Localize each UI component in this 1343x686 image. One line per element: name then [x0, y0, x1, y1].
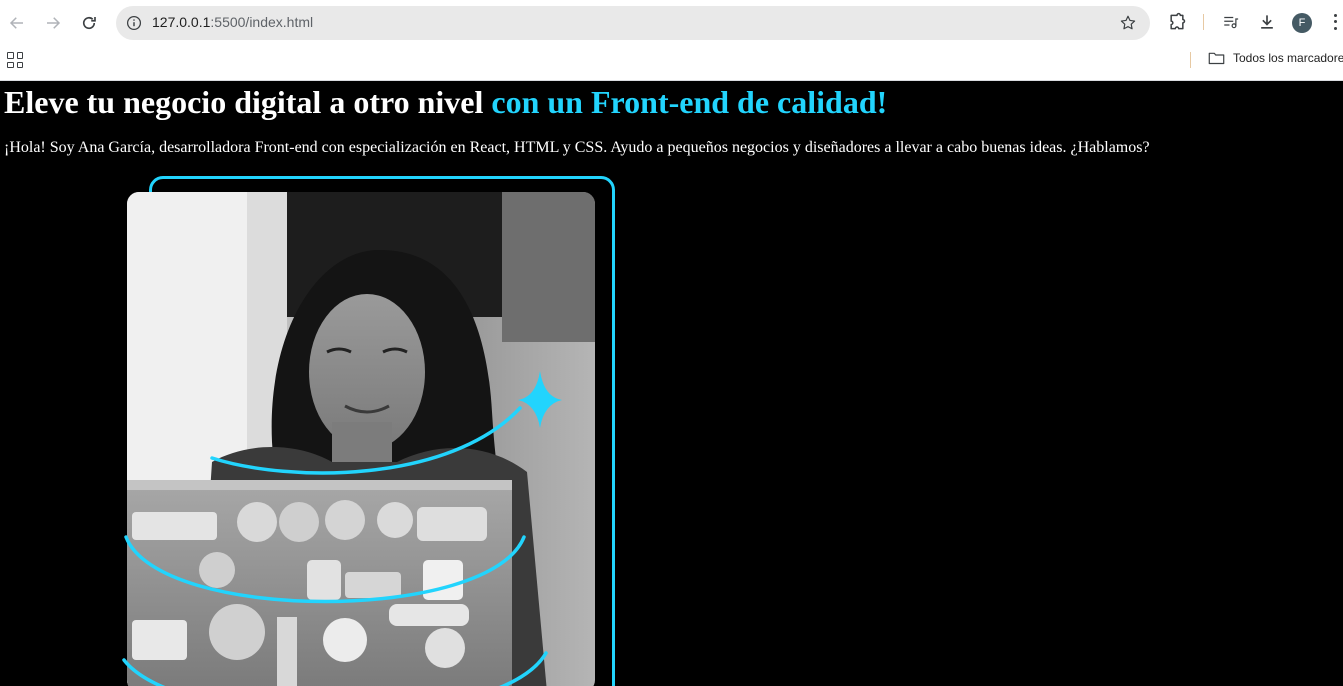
bookmarks-divider: [1190, 52, 1191, 68]
toolbar-divider: [1203, 14, 1204, 30]
folder-icon: [1208, 52, 1225, 65]
star-icon[interactable]: [1118, 13, 1138, 33]
reload-icon: [82, 16, 96, 30]
bookmark-folder-all[interactable]: Todos los marcadores: [1208, 51, 1343, 65]
page-title: Eleve tu negocio digital a otro nivel co…: [4, 83, 887, 121]
browser-toolbar: 127.0.0.1:5500/index.html F: [0, 0, 1343, 46]
bookmark-folder-label: Todos los marcadores: [1233, 51, 1343, 65]
bookmarks-bar: Todos los marcadores: [0, 46, 1343, 81]
arrow-right-icon: [47, 17, 61, 29]
info-icon[interactable]: [124, 13, 144, 33]
headline-main: Eleve tu negocio digital a otro nivel: [4, 84, 484, 120]
forward-button[interactable]: [39, 9, 67, 37]
address-bar[interactable]: 127.0.0.1:5500/index.html: [116, 6, 1150, 40]
back-button[interactable]: [3, 9, 31, 37]
apps-grid-icon[interactable]: [7, 52, 23, 68]
media-queue-icon[interactable]: [1220, 11, 1242, 33]
url-path: :5500/index.html: [210, 14, 314, 30]
web-page: Eleve tu negocio digital a otro nivel co…: [0, 81, 1343, 686]
intro-paragraph: ¡Hola! Soy Ana García, desarrolladora Fr…: [4, 139, 1150, 156]
download-icon[interactable]: [1256, 11, 1278, 33]
reload-button[interactable]: [75, 9, 103, 37]
kebab-menu-icon[interactable]: [1330, 12, 1340, 32]
orbit-decoration: [122, 371, 562, 686]
headline-accent: con un Front-end de calidad!: [491, 84, 888, 120]
avatar[interactable]: F: [1292, 13, 1312, 33]
sparkle-icon: [518, 371, 562, 428]
hero-image-group: [120, 173, 620, 686]
puzzle-icon[interactable]: [1166, 11, 1188, 33]
url-text[interactable]: 127.0.0.1:5500/index.html: [152, 14, 313, 30]
arrow-left-icon: [9, 17, 23, 29]
url-host: 127.0.0.1: [152, 14, 211, 30]
